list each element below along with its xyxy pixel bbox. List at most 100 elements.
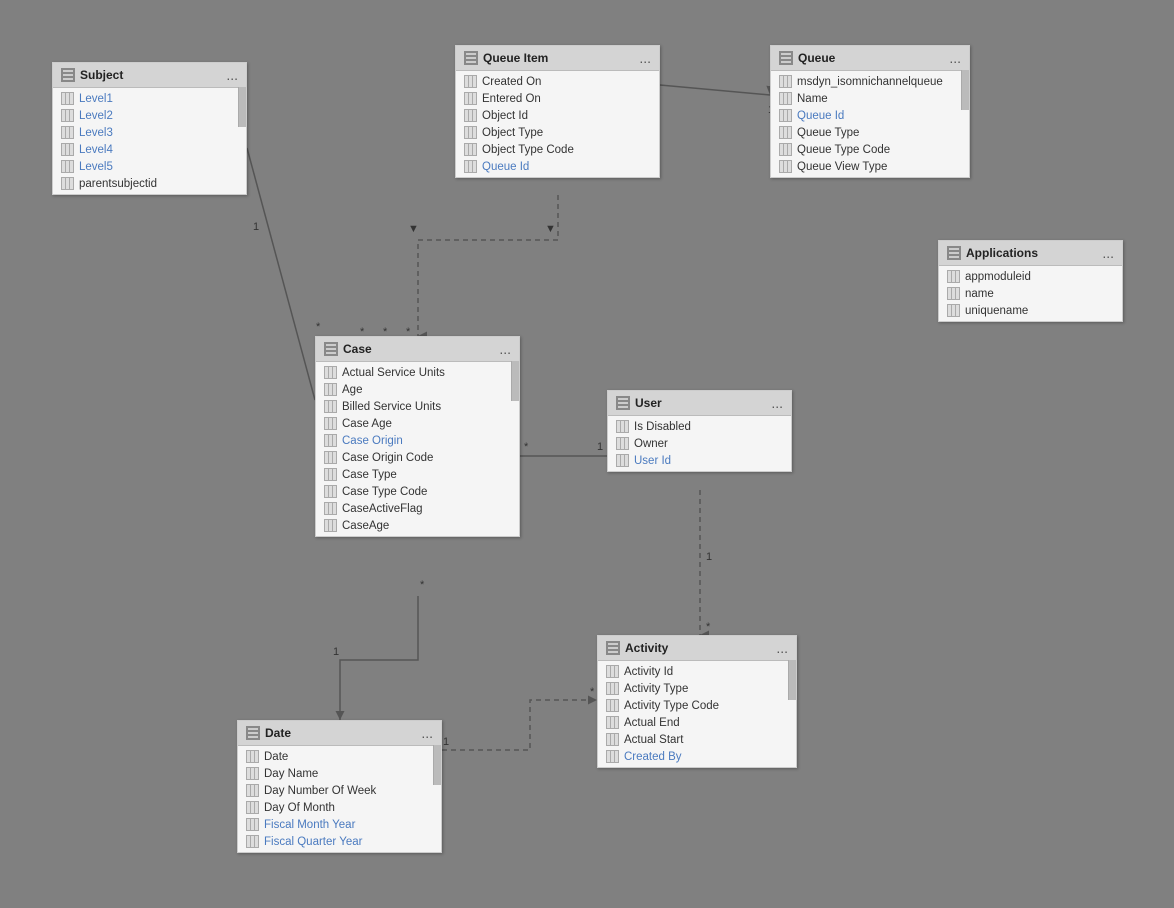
field-icon: [246, 750, 259, 763]
field-label: Object Type Code: [482, 144, 574, 156]
entity-date-title: Date: [265, 726, 291, 740]
entity-subject-body: Level1 Level2 Level3 Level4 Level5 paren…: [53, 88, 246, 194]
field-label: Day Name: [264, 768, 318, 780]
field-label: appmoduleid: [965, 271, 1031, 283]
field-icon: [606, 682, 619, 695]
field-label: Case Type: [342, 469, 397, 481]
field-label: Date: [264, 751, 288, 763]
field-label: Level3: [79, 127, 113, 139]
field-icon: [324, 366, 337, 379]
table-icon-subject: [61, 68, 75, 82]
field-icon: [779, 160, 792, 173]
table-icon-user: [616, 396, 630, 410]
svg-text:1: 1: [443, 736, 449, 748]
entity-case-menu[interactable]: ...: [499, 341, 511, 357]
field-icon: [464, 126, 477, 139]
field-icon: [464, 160, 477, 173]
field-label: Queue Type Code: [797, 144, 890, 156]
svg-text:1: 1: [333, 646, 339, 658]
field-label: msdyn_isomnichannelqueue: [797, 76, 943, 88]
field-label: Level2: [79, 110, 113, 122]
field-icon: [324, 451, 337, 464]
svg-text:*: *: [706, 621, 711, 633]
field-label: Billed Service Units: [342, 401, 441, 413]
entity-queue-item-menu[interactable]: ...: [639, 50, 651, 66]
field-icon: [606, 733, 619, 746]
list-item: Actual Service Units: [316, 364, 519, 381]
field-icon: [61, 109, 74, 122]
list-item: parentsubjectid: [53, 175, 246, 192]
entity-queue-item: Queue Item ... Created On Entered On Obj…: [455, 45, 660, 178]
entity-applications-menu[interactable]: ...: [1102, 245, 1114, 261]
list-item: Level2: [53, 107, 246, 124]
entity-subject-menu[interactable]: ...: [226, 67, 238, 83]
field-icon: [779, 143, 792, 156]
entity-queue-item-title: Queue Item: [483, 51, 548, 65]
table-icon-activity: [606, 641, 620, 655]
scroll-bar[interactable]: [788, 660, 796, 700]
entity-queue-header: Queue ...: [771, 46, 969, 71]
field-icon: [246, 818, 259, 831]
entity-user-menu[interactable]: ...: [771, 395, 783, 411]
table-icon-date: [246, 726, 260, 740]
field-icon: [61, 160, 74, 173]
field-icon: [324, 417, 337, 430]
list-item: CaseActiveFlag: [316, 500, 519, 517]
field-icon: [61, 126, 74, 139]
scroll-bar[interactable]: [238, 87, 246, 127]
field-label: Case Age: [342, 418, 392, 430]
field-icon: [616, 420, 629, 433]
entity-queue: Queue ... msdyn_isomnichannelqueue Name …: [770, 45, 970, 178]
field-icon: [606, 665, 619, 678]
svg-text:*: *: [420, 579, 425, 591]
scroll-bar[interactable]: [511, 361, 519, 401]
entity-subject-title: Subject: [80, 68, 123, 82]
field-icon: [606, 716, 619, 729]
field-label: Object Id: [482, 110, 528, 122]
list-item: Actual Start: [598, 731, 796, 748]
list-item: Owner: [608, 435, 791, 452]
field-icon: [324, 468, 337, 481]
list-item: Queue Type Code: [771, 141, 969, 158]
field-label: CaseActiveFlag: [342, 503, 423, 515]
list-item: Queue Id: [456, 158, 659, 175]
entity-date-menu[interactable]: ...: [421, 725, 433, 741]
entity-user-title: User: [635, 396, 662, 410]
entity-activity-menu[interactable]: ...: [776, 640, 788, 656]
field-label: Fiscal Month Year: [264, 819, 355, 831]
list-item: Level1: [53, 90, 246, 107]
field-icon: [324, 502, 337, 515]
list-item: Created On: [456, 73, 659, 90]
field-label: Name: [797, 93, 828, 105]
list-item: uniquename: [939, 302, 1122, 319]
field-icon: [779, 75, 792, 88]
entity-activity: Activity ... Activity Id Activity Type A…: [597, 635, 797, 768]
field-label: Object Type: [482, 127, 543, 139]
field-icon: [324, 383, 337, 396]
field-label: Queue View Type: [797, 161, 887, 173]
entity-activity-title: Activity: [625, 641, 668, 655]
entity-user: User ... Is Disabled Owner User Id: [607, 390, 792, 472]
list-item: Case Origin: [316, 432, 519, 449]
field-label: Day Number Of Week: [264, 785, 376, 797]
list-item: Level3: [53, 124, 246, 141]
svg-text:1: 1: [253, 221, 259, 233]
list-item: Object Type Code: [456, 141, 659, 158]
entity-subject: Subject ... Level1 Level2 Level3 Level4: [52, 62, 247, 195]
list-item: Queue View Type: [771, 158, 969, 175]
field-icon: [61, 177, 74, 190]
field-label: Created By: [624, 751, 682, 763]
field-icon: [246, 784, 259, 797]
list-item: appmoduleid: [939, 268, 1122, 285]
entity-queue-menu[interactable]: ...: [949, 50, 961, 66]
field-label: parentsubjectid: [79, 178, 157, 190]
field-icon: [324, 519, 337, 532]
entity-queue-item-header: Queue Item ...: [456, 46, 659, 71]
field-icon: [464, 109, 477, 122]
scroll-bar[interactable]: [961, 70, 969, 110]
list-item: CaseAge: [316, 517, 519, 534]
svg-text:▼: ▼: [545, 223, 556, 235]
field-label: User Id: [634, 455, 671, 467]
list-item: Case Age: [316, 415, 519, 432]
scroll-bar[interactable]: [433, 745, 441, 785]
